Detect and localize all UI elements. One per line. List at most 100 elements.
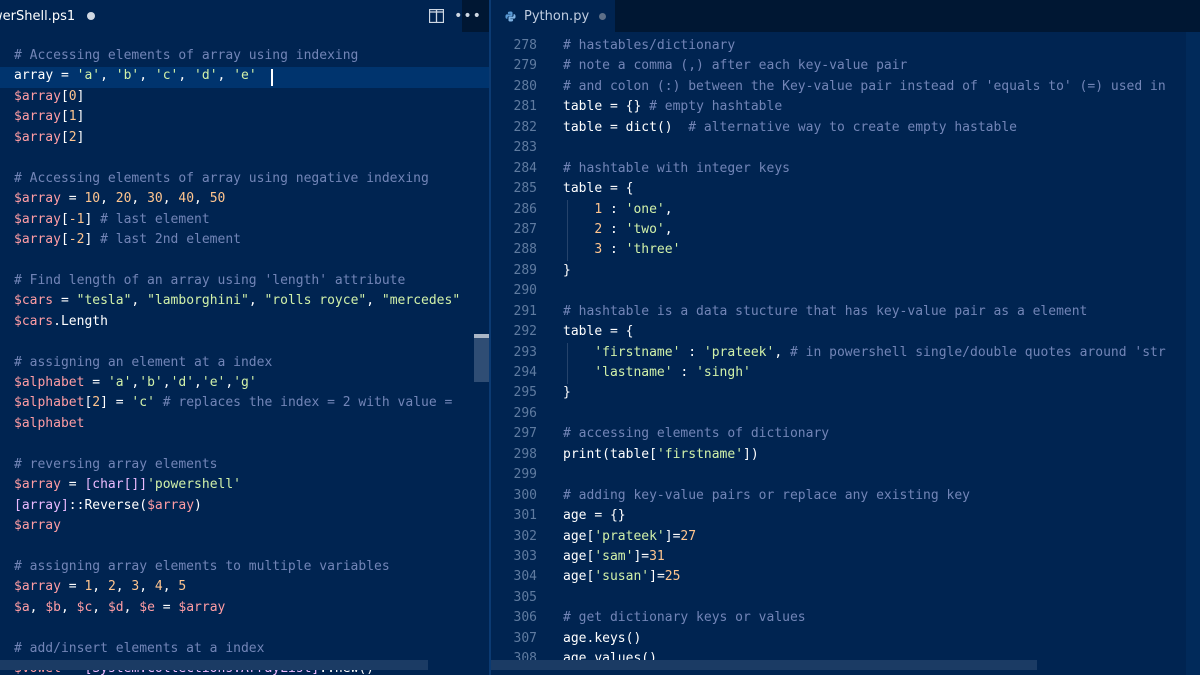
code-line[interactable] (563, 588, 1166, 608)
line-number: 280 (513, 78, 537, 94)
code-line[interactable]: # hastables/dictionary (563, 36, 1166, 56)
code-line[interactable]: # reversing array elements (14, 455, 460, 475)
code-line[interactable]: $array[-2] # last 2nd element (14, 230, 460, 250)
editor-pane-left[interactable]: werShell.ps1 ••• # Accessing elements of… (0, 0, 489, 675)
code-line[interactable] (14, 537, 460, 557)
code-line[interactable] (14, 250, 460, 270)
vertical-scrollbar-thumb[interactable] (474, 334, 489, 382)
tab-label: Python.py (524, 8, 590, 24)
code-line[interactable]: age['susan']=25 (563, 567, 1166, 587)
code-line[interactable]: # Find length of an array using 'length'… (14, 271, 460, 291)
code-line[interactable]: # note a comma (,) after each key-value … (563, 56, 1166, 76)
code-line[interactable]: table = { (563, 322, 1166, 342)
code-line[interactable]: # assigning an element at a index (14, 353, 460, 373)
line-number: 289 (513, 262, 537, 278)
tab-bar-right: Python.py (491, 0, 1200, 32)
code-line[interactable]: # and colon (:) between the Key-value pa… (563, 77, 1166, 97)
line-number: 300 (513, 487, 537, 503)
horizontal-scrollbar-thumb[interactable] (0, 660, 428, 670)
code-line[interactable]: array = 'a', 'b', 'c', 'd', 'e' (14, 66, 460, 86)
code-line[interactable]: $array = [char[]]'powershell' (14, 475, 460, 495)
split-editor-icon[interactable] (426, 6, 446, 26)
code-line[interactable]: [array]::Reverse($array) (14, 496, 460, 516)
code-line[interactable]: $alphabet (14, 414, 460, 434)
code-line[interactable]: # Accessing elements of array using inde… (14, 46, 460, 66)
code-line[interactable]: $array[0] (14, 87, 460, 107)
line-number: 287 (513, 221, 537, 237)
line-number: 304 (513, 569, 537, 585)
code-line[interactable]: 1 : 'one', (563, 200, 1166, 220)
editor-pane-right[interactable]: Python.py 278 279 280 281 282 283 284 285 286 287… (491, 0, 1200, 675)
code-line[interactable] (563, 281, 1166, 301)
code-line[interactable]: # adding key-value pairs or replace any … (563, 486, 1166, 506)
code-line[interactable]: $cars.Length (14, 312, 460, 332)
code-line[interactable]: 'firstname' : 'prateek', # in powershell… (563, 343, 1165, 363)
unsaved-dot-icon[interactable] (87, 12, 96, 20)
code-line[interactable]: # assigning array elements to multiple v… (14, 557, 460, 577)
line-number: 286 (513, 201, 537, 217)
line-number: 299 (513, 467, 537, 483)
code-line[interactable] (14, 618, 460, 638)
line-number: 301 (513, 508, 537, 524)
code-area-left[interactable]: # Accessing elements of array using inde… (14, 46, 460, 675)
line-number: 282 (513, 119, 537, 135)
tab-bar-left: werShell.ps1 ••• (0, 0, 489, 32)
line-number: 298 (513, 446, 537, 462)
line-number: 293 (513, 344, 537, 360)
code-line[interactable]: $array = 10, 20, 30, 40, 50 (14, 189, 460, 209)
tab-python[interactable]: Python.py (491, 0, 615, 32)
code-line[interactable]: $cars = "tesla", "lamborghini", "rolls r… (14, 291, 460, 311)
code-line[interactable]: print(table['firstname']) (563, 445, 1166, 465)
code-line[interactable]: # get dictionary keys or values (563, 608, 1166, 628)
code-line[interactable]: age['prateek']=27 (563, 527, 1166, 547)
code-line[interactable]: $array = 1, 2, 3, 4, 5 (14, 577, 460, 597)
code-line[interactable]: # hashtable is a data stucture that has … (563, 302, 1166, 322)
code-line[interactable]: 'lastname' : 'singh' (563, 363, 1166, 383)
line-number: 295 (513, 385, 537, 401)
code-line[interactable]: # accessing elements of dictionary (563, 424, 1166, 444)
code-line[interactable] (563, 465, 1166, 485)
overview-ruler[interactable] (1186, 32, 1200, 675)
code-line[interactable]: $a, $b, $c, $d, $e = $array (14, 598, 460, 618)
code-line[interactable]: # Accessing elements of array using nega… (14, 169, 460, 189)
code-line[interactable]: $array[2] (14, 128, 460, 148)
code-line[interactable]: } (563, 261, 1166, 281)
code-line[interactable]: $array[-1] # last element (14, 210, 460, 230)
code-line[interactable]: age['sam']=31 (563, 547, 1166, 567)
line-number: 278 (513, 38, 537, 53)
code-line[interactable]: $alphabet[2] = 'c' # replaces the index … (14, 393, 460, 413)
code-line[interactable]: age = {} (563, 506, 1166, 526)
code-line[interactable]: table = {} # empty hashtable (563, 97, 1166, 117)
line-number: 297 (513, 426, 537, 442)
line-number-gutter: 278 279 280 281 282 283 284 285 286 287 288 289 290 2… (491, 36, 537, 670)
code-line[interactable]: # hashtable with integer keys (563, 159, 1166, 179)
code-line[interactable]: $alphabet = 'a','b','d','e','g' (14, 373, 460, 393)
line-number: 302 (513, 528, 537, 544)
code-line[interactable] (14, 148, 460, 168)
code-area-right[interactable]: # hastables/dictionary # note a comma (,)… (563, 36, 1166, 670)
code-line[interactable] (563, 404, 1166, 424)
text-cursor (271, 69, 273, 86)
code-line[interactable]: $array[1] (14, 107, 460, 127)
horizontal-scrollbar-thumb[interactable] (491, 660, 1037, 670)
scrollbar-position-marker (474, 334, 489, 338)
code-line[interactable] (14, 434, 460, 454)
code-line[interactable]: } (563, 383, 1166, 403)
code-line[interactable]: 3 : 'three' (563, 240, 1166, 260)
tab-powershell[interactable]: werShell.ps1 (0, 0, 462, 32)
code-line[interactable]: # add/insert elements at a index (14, 639, 460, 659)
line-number: 281 (513, 99, 537, 115)
code-line[interactable]: 2 : 'two', (563, 220, 1166, 240)
code-line[interactable] (563, 138, 1166, 158)
code-line[interactable] (14, 332, 460, 352)
tab-label: werShell.ps1 (0, 8, 76, 24)
code-line[interactable]: table = dict() # alternative way to crea… (563, 118, 1166, 138)
code-line[interactable]: $array (14, 516, 460, 536)
line-number: 290 (513, 283, 537, 299)
code-line[interactable]: age.keys() (563, 629, 1166, 649)
line-number: 285 (513, 181, 537, 197)
more-actions-icon[interactable]: ••• (454, 6, 481, 26)
code-line[interactable]: table = { (563, 179, 1166, 199)
unsaved-dot-icon[interactable] (599, 12, 607, 20)
line-number: 303 (513, 548, 537, 564)
